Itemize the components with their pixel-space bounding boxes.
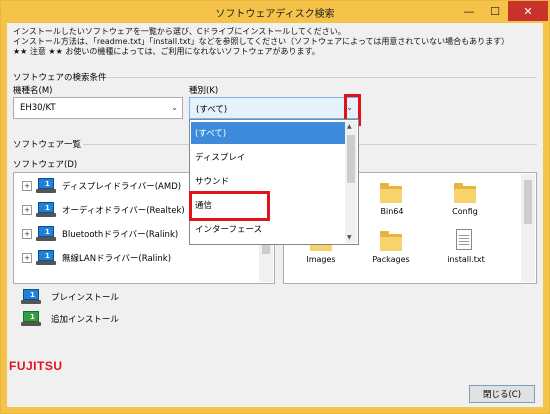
legend-addinstall-label: 追加インストール bbox=[51, 315, 119, 325]
list-group-label: ソフトウェア一覧 bbox=[13, 140, 82, 150]
kind-option[interactable]: インターフェース bbox=[191, 218, 345, 240]
maximize-button[interactable]: ☐ bbox=[482, 1, 508, 21]
kind-option[interactable]: サウンド bbox=[191, 170, 345, 192]
laptop-icon: 1 bbox=[36, 202, 56, 218]
minimize-button[interactable]: — bbox=[456, 1, 482, 21]
tree-item[interactable]: + 1 オーディオドライバー(Realtek) bbox=[22, 201, 185, 219]
software-label: ソフトウェア(D) bbox=[13, 160, 78, 170]
model-select-value: EH30/KT bbox=[20, 103, 56, 113]
kind-label: 種別(K) bbox=[189, 86, 219, 96]
chevron-down-icon: ⌄ bbox=[171, 103, 178, 112]
kind-option[interactable]: ディスプレイ bbox=[191, 146, 345, 168]
laptop-icon: 1 bbox=[36, 226, 56, 242]
scroll-up-icon[interactable]: ▲ bbox=[347, 123, 352, 130]
model-select[interactable]: EH30/KT ⌄ bbox=[13, 97, 183, 119]
expand-icon[interactable]: + bbox=[22, 229, 32, 239]
file-scrollbar[interactable] bbox=[521, 174, 535, 282]
tree-item-label: オーディオドライバー(Realtek) bbox=[62, 206, 185, 216]
intro-line-2: インストール方法は、「readme.txt」「install.txt」などを参照… bbox=[13, 37, 510, 46]
close-window-button[interactable]: ✕ bbox=[508, 1, 548, 21]
folder-icon[interactable] bbox=[454, 183, 476, 203]
file-scroll-thumb[interactable] bbox=[524, 180, 532, 224]
expand-icon[interactable]: + bbox=[22, 205, 32, 215]
legend-preinstall-label: プレインストール bbox=[51, 293, 119, 303]
model-label: 機種名(M) bbox=[13, 86, 53, 96]
dropdown-scroll-thumb[interactable] bbox=[347, 135, 355, 183]
tree-item-label: Bluetoothドライバー(Ralink) bbox=[62, 230, 179, 240]
fujitsu-logo: FUJITSU bbox=[9, 359, 63, 373]
highlight-option-tsushin bbox=[189, 191, 270, 221]
client-area: インストールしたいソフトウェアを一覧から選び、Cドライブにインストールしてくださ… bbox=[7, 23, 543, 407]
app-window: ソフトウェアディスク検索 — ☐ ✕ インストールしたいソフトウェアを一覧から選… bbox=[0, 0, 550, 414]
kind-select-value: (すべて) bbox=[196, 105, 228, 115]
kind-dropdown-list[interactable]: (すべて) ディスプレイ サウンド 通信 インターフェース ▲ ▼ bbox=[189, 119, 359, 245]
kind-select[interactable]: (すべて) ⌄ bbox=[189, 97, 359, 119]
tree-item[interactable]: + 1 無線LANドライバー(Ralink) bbox=[22, 249, 171, 267]
file-label: install.txt bbox=[447, 255, 485, 264]
search-group-label: ソフトウェアの検索条件 bbox=[13, 73, 107, 83]
laptop-icon: 1 bbox=[36, 250, 56, 266]
intro-line-1: インストールしたいソフトウェアを一覧から選び、Cドライブにインストールしてくださ… bbox=[13, 27, 346, 36]
intro-text: インストールしたいソフトウェアを一覧から選び、Cドライブにインストールしてくださ… bbox=[13, 27, 509, 57]
text-file-icon[interactable] bbox=[456, 229, 474, 251]
laptop-add-icon: 1 bbox=[21, 311, 41, 327]
tree-item-label: ディスプレイドライバー(AMD) bbox=[62, 182, 182, 192]
tree-item-label: 無線LANドライバー(Ralink) bbox=[62, 254, 172, 264]
file-label: Packages bbox=[372, 255, 410, 264]
expand-icon[interactable]: + bbox=[22, 253, 32, 263]
scroll-down-icon[interactable]: ▼ bbox=[347, 234, 352, 241]
folder-icon[interactable] bbox=[380, 183, 402, 203]
dropdown-scrollbar[interactable]: ▲ ▼ bbox=[345, 121, 357, 243]
expand-icon[interactable]: + bbox=[22, 181, 32, 191]
kind-option[interactable]: (すべて) bbox=[191, 122, 345, 144]
laptop-icon: 1 bbox=[36, 178, 56, 194]
file-label: Images bbox=[306, 255, 336, 264]
file-label: Bin64 bbox=[380, 207, 404, 216]
legend-preinstall: 1 プレインストール bbox=[21, 289, 119, 305]
legend-addinstall: 1 追加インストール bbox=[21, 311, 119, 327]
intro-line-3: ★★ 注意 ★★ お使いの機種によっては、ご利用になれないソフトウェアがあります… bbox=[13, 47, 320, 56]
file-label: Config bbox=[452, 207, 478, 216]
folder-icon[interactable] bbox=[380, 231, 402, 251]
close-button[interactable]: 閉じる(C) bbox=[469, 385, 535, 403]
title-bar: ソフトウェアディスク検索 — ☐ ✕ bbox=[1, 1, 549, 23]
tree-item[interactable]: + 1 ディスプレイドライバー(AMD) bbox=[22, 177, 181, 195]
tree-item[interactable]: + 1 Bluetoothドライバー(Ralink) bbox=[22, 225, 178, 243]
search-group-divider bbox=[107, 77, 537, 78]
laptop-icon: 1 bbox=[21, 289, 41, 305]
